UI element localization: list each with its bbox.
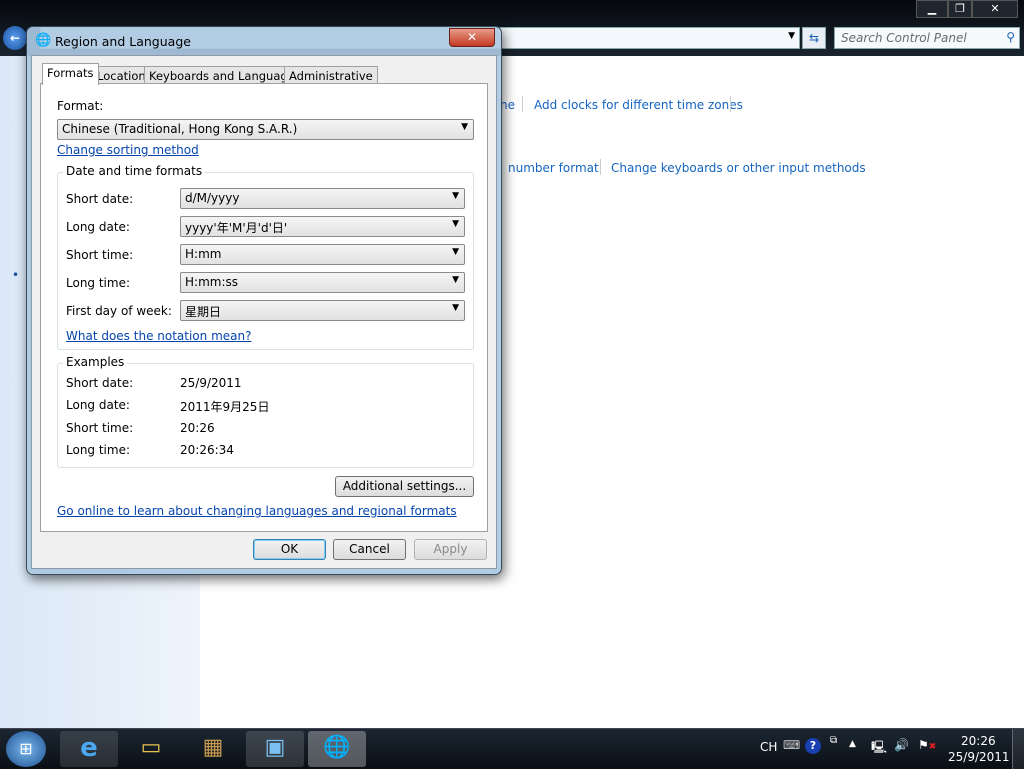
clock-date[interactable]: 25/9/2011 <box>948 750 1010 764</box>
internet-explorer-icon[interactable]: e <box>60 731 118 767</box>
folder-icon[interactable]: ▭ <box>122 731 180 767</box>
firewall-icon[interactable]: ▦ <box>184 731 242 767</box>
tab-location[interactable]: Location <box>92 66 151 84</box>
link-partial[interactable]: ne <box>500 98 515 112</box>
notation-link[interactable]: What does the notation mean? <box>66 329 251 343</box>
back-icon[interactable]: ← <box>3 26 27 50</box>
minimize-button[interactable]: ▁ <box>916 0 948 18</box>
keyboard-icon[interactable]: ⌨ <box>783 738 800 752</box>
search-input[interactable]: Search Control Panel ⚲ <box>834 27 1020 49</box>
close-window-button[interactable]: ✕ <box>972 0 1018 18</box>
restore-button[interactable]: ❐ <box>948 0 972 18</box>
bullet: • <box>12 268 20 282</box>
group-title: Date and time formats <box>63 164 206 178</box>
online-help-link[interactable]: Go online to learn about changing langua… <box>57 504 457 518</box>
short-time-select[interactable]: H:mm ▼ <box>180 244 465 265</box>
example-label: Short date: <box>66 376 134 390</box>
date-time-group: Date and time formats Short date: d/M/yy… <box>57 164 474 350</box>
restore-langbar-icon[interactable]: ⧉ <box>830 735 837 746</box>
number-format-link[interactable]: number format <box>508 161 599 175</box>
first-day-label: First day of week: <box>66 304 172 318</box>
examples-group: Examples Short date: 25/9/2011 Long date… <box>57 355 474 468</box>
chevron-down-icon[interactable]: ▼ <box>788 31 795 41</box>
formats-panel: Format: Chinese (Traditional, Hong Kong … <box>40 83 488 532</box>
long-time-select[interactable]: H:mm:ss ▼ <box>180 272 465 293</box>
volume-icon[interactable]: 🔊 <box>894 738 909 752</box>
long-date-select[interactable]: yyyy'年'M'月'd'日' ▼ <box>180 216 465 237</box>
tab-administrative[interactable]: Administrative <box>284 66 378 84</box>
tab-formats[interactable]: Formats <box>42 63 99 85</box>
taskbar: ⊞ e ▭ ▦ ▣ 🌐 CH ⌨ ? ⧉ ▲ 🖳 🔊 ⚑✖ 20:26 25/9… <box>0 728 1024 769</box>
search-icon[interactable]: ⚲ <box>1006 30 1015 44</box>
show-desktop-button[interactable] <box>1012 729 1024 769</box>
short-time-label: Short time: <box>66 248 134 262</box>
example-value: 25/9/2011 <box>180 376 242 390</box>
action-center-flag-icon[interactable]: ⚑✖ <box>918 738 936 752</box>
chevron-down-icon: ▼ <box>461 122 468 132</box>
example-value: 20:26:34 <box>180 443 234 457</box>
example-value: 2011年9月25日 <box>180 400 270 414</box>
control-panel-icon[interactable]: ▣ <box>246 731 304 767</box>
tab-keyboards[interactable]: Keyboards and Languages <box>144 66 306 84</box>
apply-button[interactable]: Apply <box>414 539 487 560</box>
example-value: 20:26 <box>180 421 215 435</box>
start-button[interactable]: ⊞ <box>6 731 46 767</box>
short-date-select[interactable]: d/M/yyyy ▼ <box>180 188 465 209</box>
format-label: Format: <box>57 99 104 113</box>
short-date-label: Short date: <box>66 192 134 206</box>
region-language-dialog: 🌐 Region and Language ✕ Formats Location… <box>26 26 502 575</box>
network-icon[interactable]: 🖳 <box>871 738 887 759</box>
add-clocks-link[interactable]: Add clocks for different time zones <box>534 98 743 112</box>
group-title: Examples <box>63 355 128 369</box>
language-indicator[interactable]: CH <box>760 740 777 754</box>
change-keyboards-link[interactable]: Change keyboards or other input methods <box>611 161 866 175</box>
example-label: Long time: <box>66 443 131 457</box>
long-time-label: Long time: <box>66 276 131 290</box>
clock-time[interactable]: 20:26 <box>961 734 996 748</box>
region-language-icon[interactable]: 🌐 <box>308 731 366 767</box>
globe-icon: 🌐 <box>35 33 52 48</box>
show-hidden-icons[interactable]: ▲ <box>849 739 856 749</box>
first-day-select[interactable]: 星期日 ▼ <box>180 300 465 321</box>
cancel-button[interactable]: Cancel <box>333 539 406 560</box>
dialog-title: Region and Language <box>55 34 191 49</box>
ok-button[interactable]: OK <box>253 539 326 560</box>
help-icon[interactable]: ? <box>805 738 821 754</box>
refresh-icon[interactable]: ⇆ <box>802 27 826 49</box>
example-label: Long date: <box>66 398 130 412</box>
format-select[interactable]: Chinese (Traditional, Hong Kong S.A.R.) ▼ <box>57 119 474 140</box>
example-label: Short time: <box>66 421 134 435</box>
additional-settings-button[interactable]: Additional settings... <box>335 476 474 497</box>
close-button[interactable]: ✕ <box>449 28 495 47</box>
change-sorting-link[interactable]: Change sorting method <box>57 143 199 157</box>
long-date-label: Long date: <box>66 220 130 234</box>
